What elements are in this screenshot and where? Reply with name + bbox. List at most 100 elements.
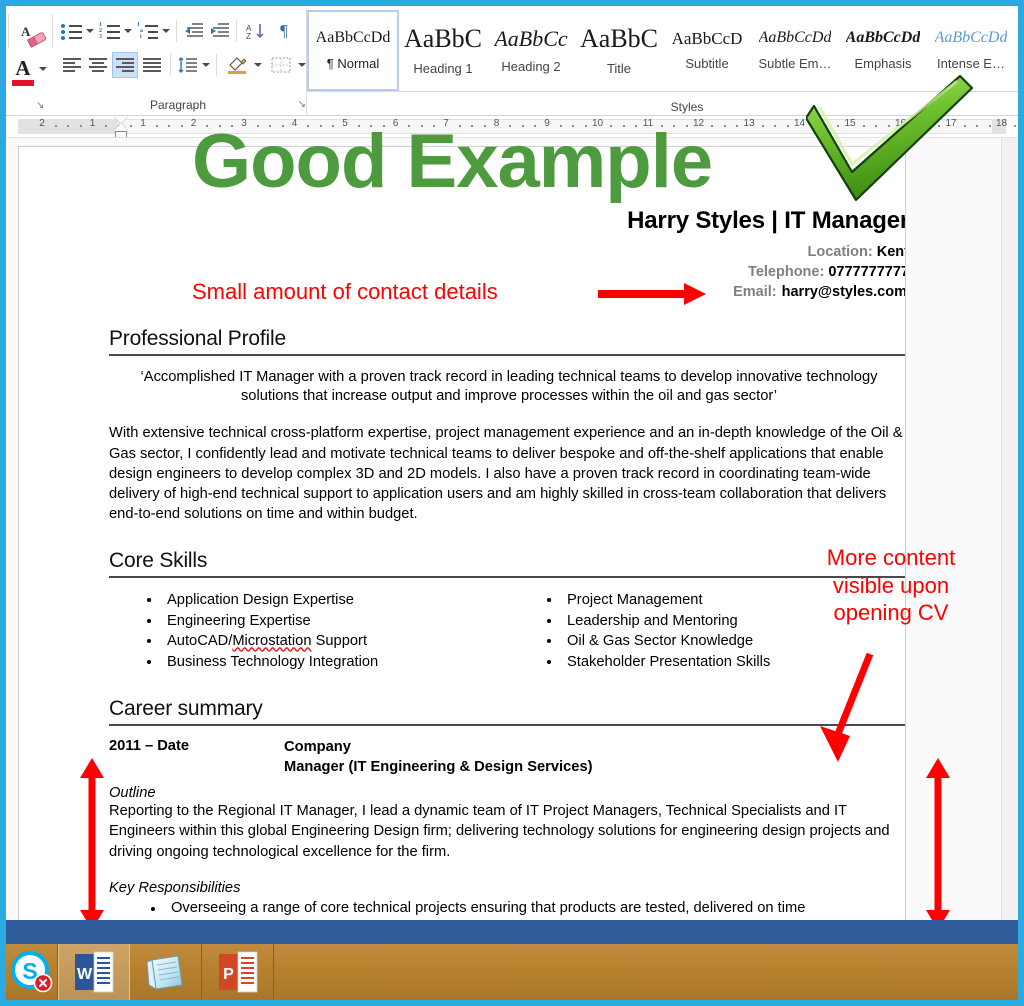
shading-chevron-down-icon[interactable] xyxy=(252,52,263,78)
ruler-tick-label: 2 xyxy=(39,118,45,129)
double-headed-vertical-arrow-icon xyxy=(78,758,106,930)
contact-value: Kent xyxy=(876,244,906,260)
style-subtitle[interactable]: AaBbCcD Subtitle xyxy=(663,10,751,91)
contact-row-location: Location: Kent xyxy=(109,243,906,263)
indent-marker[interactable] xyxy=(114,116,128,137)
list-item: Application Design Expertise xyxy=(109,590,509,611)
profile-paragraph: With extensive technical cross-platform … xyxy=(109,425,903,523)
pilcrow-icon[interactable]: ¶ xyxy=(272,18,296,44)
style-heading-1[interactable]: AaBbC Heading 1 xyxy=(399,10,487,91)
hanging-indent-icon[interactable] xyxy=(114,123,128,131)
align-right-icon[interactable] xyxy=(112,52,138,78)
outline-label: Outline xyxy=(109,784,156,801)
svg-text:Z: Z xyxy=(246,32,251,40)
job-dates: 2011 – Date xyxy=(109,738,190,755)
responsibilities-label: Key Responsibilities xyxy=(109,879,241,896)
ruler-tick-mark xyxy=(786,125,789,127)
align-left-icon[interactable] xyxy=(60,52,84,78)
taskbar-item-word[interactable]: W xyxy=(58,944,130,1000)
list-item: Overseeing a range of core technical pro… xyxy=(109,898,905,918)
ruler-tick-mark xyxy=(155,125,158,127)
vertical-scrollbar[interactable] xyxy=(1001,138,1018,944)
svg-text:A: A xyxy=(21,24,31,39)
contact-label: Telephone: xyxy=(748,263,825,280)
ruler-tick-label: 14 xyxy=(793,118,806,129)
section-heading-core-skills: Core Skills xyxy=(109,549,905,578)
ruler-tick-mark xyxy=(976,125,979,127)
style-sample: A xyxy=(1019,38,1024,55)
font-dialog-launcher[interactable]: ↘ xyxy=(36,100,44,111)
style-label: ¶ Normal xyxy=(326,55,380,71)
style-title[interactable]: AaBbC Title xyxy=(575,10,663,91)
style-label: Subtitle xyxy=(685,56,729,72)
style-sample: AaBbCcD xyxy=(671,29,743,48)
increase-indent-icon[interactable] xyxy=(208,18,232,44)
list-item: AutoCAD/Microstation Support xyxy=(109,631,509,652)
contact-value: 0777777777 xyxy=(828,263,906,280)
font-color-icon[interactable]: A xyxy=(12,56,47,88)
taskbar: S W P xyxy=(6,944,1018,1000)
taskbar-empty-area xyxy=(274,944,1018,1000)
sort-az-icon[interactable]: A Z xyxy=(244,18,268,44)
annotation-contact-note: Small amount of contact details xyxy=(192,279,498,304)
style-heading-2[interactable]: AaBbCc Heading 2 xyxy=(487,10,575,91)
multilevel-chevron-down-icon[interactable] xyxy=(160,18,171,44)
numbering-chevron-down-icon[interactable] xyxy=(122,18,133,44)
ruler-tick-mark xyxy=(988,125,991,127)
cv-content: Harry Styles | IT Manager Location: Kent… xyxy=(109,207,906,918)
ribbon-divider xyxy=(170,54,171,76)
style-label: Title xyxy=(606,61,632,77)
skype-icon: S xyxy=(10,951,52,993)
left-indent-icon[interactable] xyxy=(115,131,127,137)
taskbar-item-skype[interactable]: S xyxy=(6,944,58,1000)
ribbon-divider xyxy=(176,20,177,42)
style-sample: AaBbCcDd xyxy=(934,30,1008,47)
svg-text:P: P xyxy=(223,966,234,983)
style-next-partial[interactable]: A xyxy=(1015,10,1024,91)
line-spacing-chevron-down-icon[interactable] xyxy=(200,52,211,78)
chevron-down-icon[interactable] xyxy=(39,67,47,71)
bulleted-list-icon[interactable] xyxy=(60,18,84,44)
shading-icon[interactable] xyxy=(224,52,250,78)
taskbar-item-powerpoint[interactable]: P xyxy=(202,944,274,1000)
justify-icon[interactable] xyxy=(140,52,164,78)
style-label: Intense E… xyxy=(937,55,1005,71)
style-normal[interactable]: AaBbCcDd ¶ Normal xyxy=(307,10,399,91)
document-page[interactable]: Harry Styles | IT Manager Location: Kent… xyxy=(18,146,906,936)
list-item: Engineering Expertise xyxy=(109,611,509,632)
font-color-letter: A xyxy=(15,56,31,80)
taskbar-item-notepad[interactable] xyxy=(130,944,202,1000)
contact-label: Location: xyxy=(807,244,873,260)
ruler-tick-mark xyxy=(774,125,777,127)
paragraph-dialog-launcher[interactable]: ↘ xyxy=(298,99,306,110)
style-sample: AaBbC xyxy=(580,24,658,53)
profile-quote: ‘Accomplished IT Manager with a proven t… xyxy=(140,368,878,405)
document-canvas: Harry Styles | IT Manager Location: Kent… xyxy=(6,138,1018,944)
ruler-tick-mark xyxy=(723,125,726,127)
ruler-tick-label: 1 xyxy=(89,118,96,129)
right-arrow-icon xyxy=(598,282,706,306)
numbered-list-icon[interactable]: 1 2 3 xyxy=(98,18,122,44)
bullets-chevron-down-icon[interactable] xyxy=(84,18,95,44)
ribbon-group-paragraph: 1 2 3 1 a i A Z ¶ Paragraph ↘ xyxy=(54,8,306,114)
ruler-tick-mark xyxy=(736,125,739,127)
responsibilities-list: Overseeing a range of core technical pro… xyxy=(109,898,905,918)
borders-icon[interactable] xyxy=(268,52,294,78)
ribbon-group-font: A A ↘ xyxy=(8,10,52,111)
align-center-icon[interactable] xyxy=(86,52,110,78)
green-check-icon xyxy=(804,74,974,204)
ruler-tick-mark xyxy=(130,125,133,127)
decrease-indent-icon[interactable] xyxy=(182,18,206,44)
style-sample: AaBbCcDd xyxy=(315,30,391,47)
multilevel-list-icon[interactable]: 1 a i xyxy=(136,18,160,44)
line-spacing-icon[interactable] xyxy=(176,52,200,78)
ruler-tick-mark xyxy=(168,125,171,127)
ruler-tick-mark xyxy=(1014,125,1017,127)
contact-label: Email: xyxy=(733,283,777,300)
clear-formatting-icon[interactable]: A xyxy=(20,24,48,48)
style-label: Emphasis xyxy=(854,55,912,71)
ruler-tick-label: 13 xyxy=(743,118,755,129)
ruler-tick-label: 18 xyxy=(995,118,1008,129)
style-sample: AaBbCc xyxy=(494,26,568,51)
down-left-arrow-icon xyxy=(812,652,882,764)
